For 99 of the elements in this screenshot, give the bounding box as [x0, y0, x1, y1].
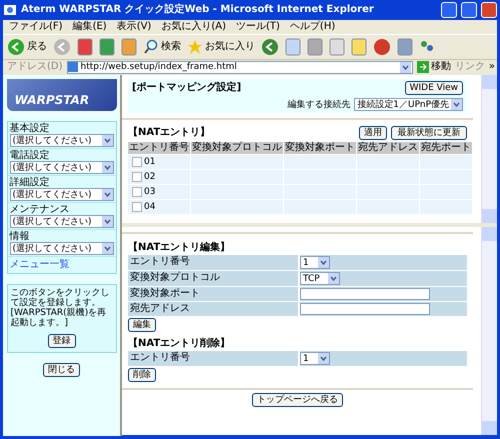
- table-cell: [284, 155, 356, 169]
- refresh-icon[interactable]: [99, 38, 115, 56]
- caret-icon: [318, 353, 329, 364]
- delete-button[interactable]: 削除: [128, 368, 156, 382]
- favorites-label[interactable]: お気に入り: [205, 41, 255, 53]
- maximize-button[interactable]: [461, 2, 477, 18]
- caret-icon: [451, 99, 462, 110]
- note-icon[interactable]: [351, 38, 367, 56]
- search-label[interactable]: 検索: [161, 41, 181, 53]
- table-cell: [357, 155, 419, 169]
- field-label: 変換対象ポート: [128, 287, 298, 301]
- caret-icon: [328, 273, 339, 284]
- caret-icon: [102, 243, 112, 254]
- close-button[interactable]: [481, 2, 497, 18]
- field-label: エントリ番号: [128, 255, 298, 270]
- input-field[interactable]: [300, 303, 430, 315]
- dropdown[interactable]: 接続設定1／UPnP優先: [354, 98, 463, 111]
- checkbox[interactable]: [132, 187, 142, 197]
- dropdown[interactable]: TCP: [300, 272, 340, 285]
- checkbox[interactable]: [132, 202, 142, 212]
- caret-icon: [102, 135, 112, 146]
- group-label: 電話設定: [10, 150, 50, 161]
- address-field[interactable]: http://web.setup/index_frame.html: [66, 60, 413, 74]
- go-label[interactable]: 移動: [430, 61, 451, 73]
- edit-icon[interactable]: [329, 38, 345, 56]
- dropdown[interactable]: (選択してください): [10, 188, 114, 201]
- history-icon[interactable]: [261, 38, 279, 56]
- caret-icon: [102, 216, 112, 227]
- window-title: Aterm WARPSTAR クイック設定Web - Microsoft Internet Explorer: [21, 4, 375, 16]
- wide-view-button[interactable]: WIDE View: [404, 81, 463, 95]
- column-header: エントリ番号: [128, 142, 190, 154]
- field-label: 宛先アドレス: [128, 302, 298, 316]
- entry-number: 03: [144, 186, 156, 198]
- star-icon[interactable]: [187, 39, 203, 55]
- group-label: 情報: [10, 231, 30, 242]
- close-page-button[interactable]: 閉じる: [43, 363, 80, 377]
- dropdown[interactable]: 1: [300, 352, 330, 365]
- note-text: このボタンをクリックして設定を登録します。[WARPSTAR(親機)を再起動します。]: [10, 287, 110, 330]
- caret-icon: [318, 257, 329, 268]
- top-page-button[interactable]: トップページへ戻る: [252, 393, 343, 407]
- group-label: 詳細設定: [10, 177, 50, 188]
- input-field[interactable]: [300, 288, 430, 300]
- dropdown[interactable]: (選択してください): [10, 161, 114, 174]
- caret-icon: [400, 62, 411, 72]
- browser-icon: [3, 3, 17, 17]
- back-icon[interactable]: [7, 38, 25, 56]
- address-label: アドレス(D): [7, 61, 63, 73]
- entry-number: 02: [144, 171, 156, 183]
- section-title: 【NATエントリ】: [128, 127, 210, 139]
- logo: WARPSTAR: [6, 79, 116, 111]
- section-title: 【NATエントリ編集】: [128, 242, 232, 254]
- column-header: 変換対象プロトコル: [191, 142, 283, 154]
- dropdown[interactable]: 1: [300, 256, 330, 269]
- section-title: 【NATエントリ削除】: [128, 338, 232, 350]
- edit-button[interactable]: 編集: [128, 318, 156, 332]
- group-label: 基本設定: [10, 123, 50, 134]
- more-label[interactable]: »: [488, 61, 495, 73]
- checkbox[interactable]: [132, 157, 142, 167]
- menu-item[interactable]: ヘルプ(H): [290, 21, 336, 33]
- round-icon[interactable]: [373, 38, 391, 56]
- stop-icon[interactable]: [77, 38, 93, 56]
- entry-number: 04: [144, 201, 156, 213]
- printer-icon[interactable]: [307, 38, 323, 56]
- field-label: エントリ番号: [128, 351, 298, 366]
- page-title: [ポートマッピング設定]: [132, 82, 242, 94]
- connection-label: 編集する接続先: [287, 98, 350, 110]
- menu-link[interactable]: メニュー一覧: [8, 257, 116, 273]
- menu-item[interactable]: ファイル(F): [9, 21, 63, 33]
- menu-item[interactable]: 表示(V): [116, 21, 152, 33]
- scrollbar[interactable]: [481, 75, 497, 223]
- forward-icon[interactable]: [53, 38, 71, 56]
- column-header: 宛先ポート: [420, 142, 472, 154]
- home-icon[interactable]: [121, 38, 137, 56]
- register-button[interactable]: 登録: [48, 334, 76, 348]
- checkbox[interactable]: [132, 172, 142, 182]
- column-header: 宛先アドレス: [357, 142, 419, 154]
- go-icon[interactable]: [416, 61, 429, 73]
- minimize-button[interactable]: [441, 2, 457, 18]
- table-cell: [420, 155, 472, 169]
- mail-icon[interactable]: [285, 38, 301, 56]
- dropdown[interactable]: (選択してください): [10, 242, 114, 255]
- group-label: メンテナンス: [10, 204, 70, 215]
- search-icon[interactable]: [143, 39, 159, 55]
- entry-number: 01: [144, 156, 156, 168]
- column-header: 変換対象ポート: [284, 142, 356, 154]
- refresh-button[interactable]: 最新状態に更新: [391, 126, 467, 140]
- menu-item[interactable]: 編集(E): [72, 21, 107, 33]
- apply-button[interactable]: 適用: [359, 126, 387, 140]
- dropdown[interactable]: (選択してください): [10, 134, 114, 147]
- toolbar-icon[interactable]: [397, 38, 413, 56]
- menu-item[interactable]: ツール(T): [236, 21, 280, 33]
- caret-icon: [102, 189, 112, 200]
- back-label[interactable]: 戻る: [27, 41, 47, 53]
- dropdown[interactable]: (選択してください): [10, 215, 114, 228]
- scrollbar[interactable]: [481, 227, 497, 435]
- caret-icon: [102, 162, 112, 173]
- field-label: 変換対象プロトコル: [128, 271, 298, 286]
- page-icon: [68, 62, 78, 72]
- menu-item[interactable]: お気に入り(A): [161, 21, 226, 33]
